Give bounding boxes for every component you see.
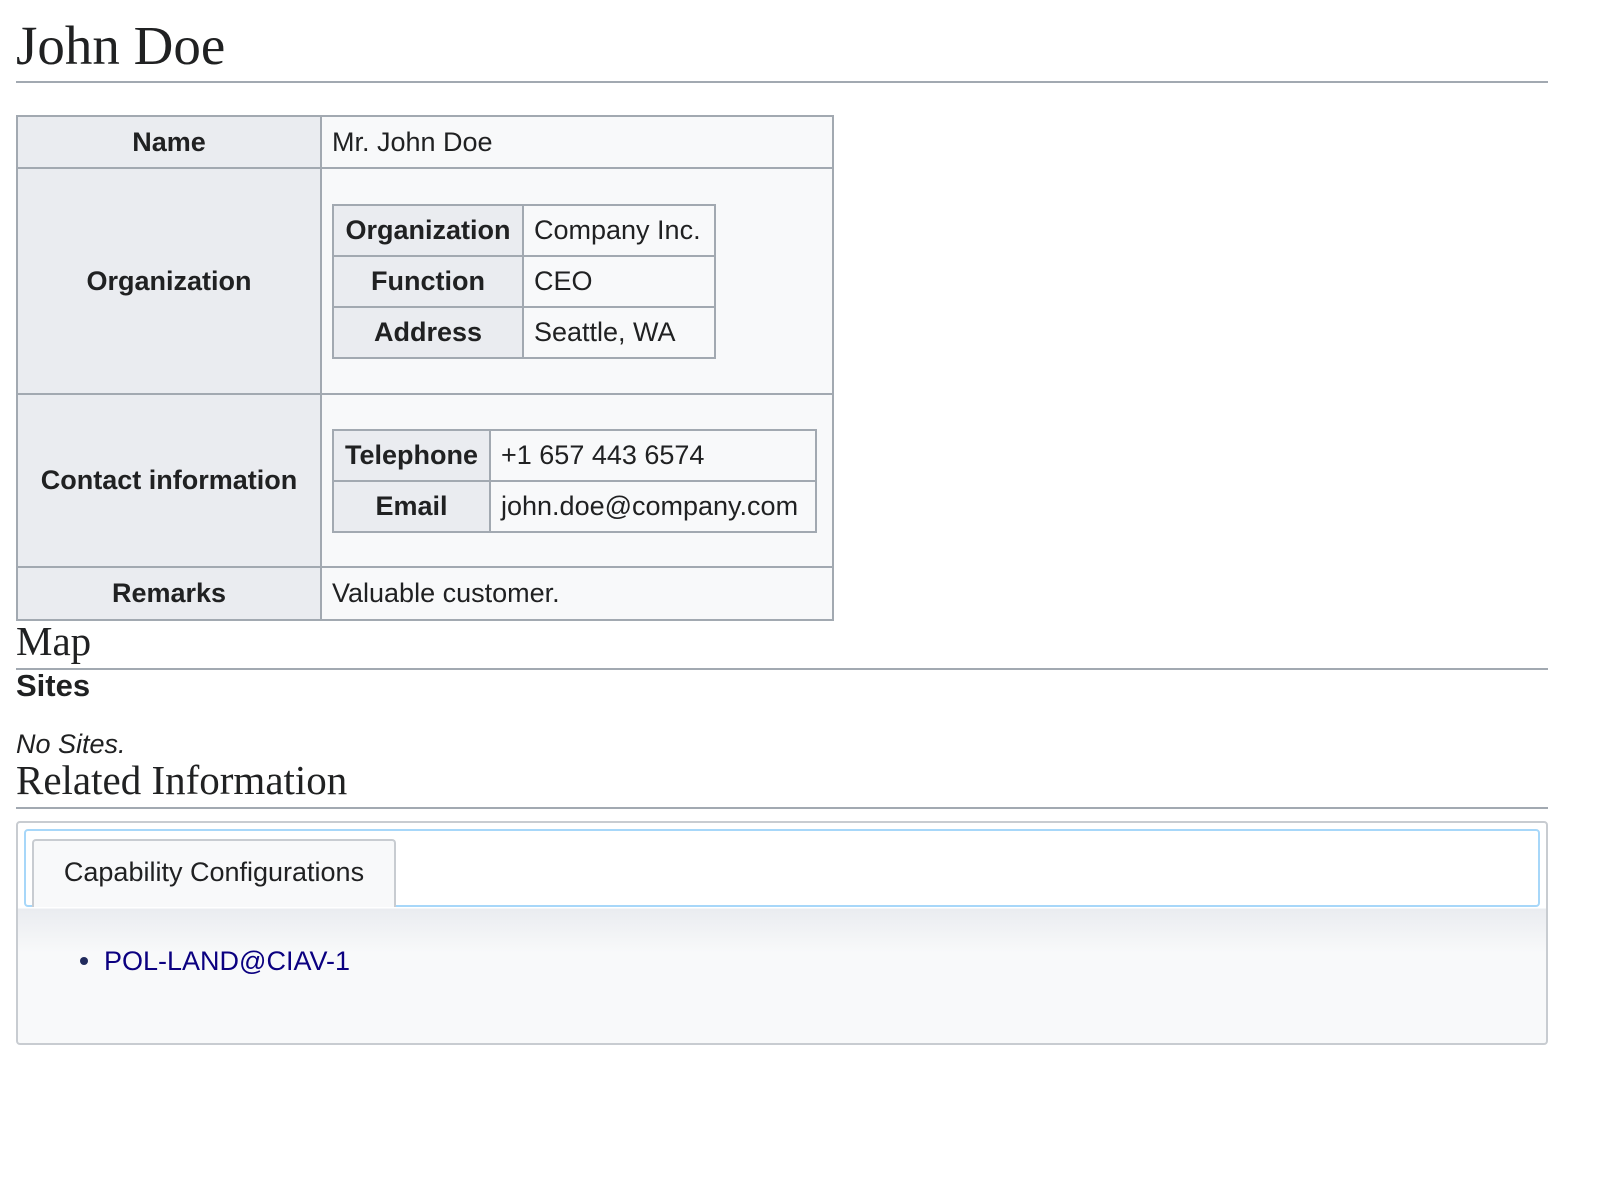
email-value: john.doe@company.com [489,479,817,533]
name-label: Name [16,115,322,169]
telephone-value: +1 657 443 6574 [489,428,817,482]
address-row: Address Seattle, WA [332,305,716,359]
organization-label: Organization [16,167,322,395]
organization-cell: Organization Company Inc. Function CEO A… [320,167,834,395]
organization-table: Organization Company Inc. Function CEO A… [332,203,716,359]
organization-row: Organization Company Inc. [332,203,716,257]
infobox-row-name: Name Mr. John Doe [16,115,834,169]
infobox-row-contact: Contact information Telephone +1 657 443… [16,393,834,568]
page-title: John Doe [16,0,1548,83]
email-row: Email john.doe@company.com [332,479,817,533]
person-infobox: Name Mr. John Doe Organization Organizat… [16,115,834,621]
sites-heading: Sites [16,668,91,703]
page-content: John Doe Name Mr. John Doe Organization … [16,0,1548,1045]
telephone-row: Telephone +1 657 443 6574 [332,428,817,482]
contact-table: Telephone +1 657 443 6574 Email john.doe… [332,428,817,533]
tab-capability-configurations[interactable]: Capability Configurations [32,839,396,907]
capability-link[interactable]: POL-LAND@CIAV-1 [104,941,350,981]
function-row: Function CEO [332,254,716,308]
org-name-label: Organization [332,203,524,257]
name-value: Mr. John Doe [320,115,834,169]
related-information-heading: Related Information [16,760,1548,809]
infobox-row-remarks: Remarks Valuable customer. [16,566,834,621]
tab-bar: Capability Configurations [24,829,1540,907]
address-value: Seattle, WA [522,305,716,359]
function-value: CEO [522,254,716,308]
function-label: Function [332,254,524,308]
org-name-value: Company Inc. [522,203,716,257]
related-tabs: Capability Configurations POL-LAND@CIAV-… [16,821,1548,1045]
telephone-label: Telephone [332,428,491,482]
contact-cell: Telephone +1 657 443 6574 Email john.doe… [320,393,834,568]
remarks-label: Remarks [16,566,322,621]
bullet-icon [80,957,88,965]
remarks-value: Valuable customer. [320,566,834,621]
capability-list: POL-LAND@CIAV-1 [80,941,350,981]
email-label: Email [332,479,491,533]
address-label: Address [332,305,524,359]
map-heading: Map [16,621,1548,670]
infobox-row-organization: Organization Organization Company Inc. F… [16,167,834,395]
tab-panel-capability-configurations: POL-LAND@CIAV-1 [80,941,350,981]
no-sites-text: No Sites. [16,729,126,759]
list-item: POL-LAND@CIAV-1 [80,941,350,981]
contact-label: Contact information [16,393,322,568]
